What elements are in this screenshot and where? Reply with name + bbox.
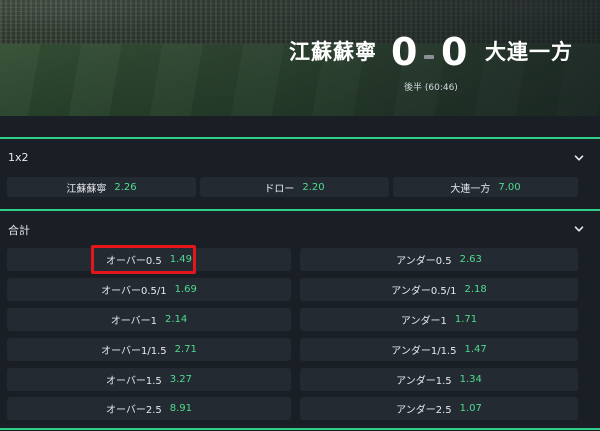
over-1-1.5-option[interactable]: オーバー1/1.5 2.71 xyxy=(7,338,291,361)
odds-value: 3.27 xyxy=(169,374,193,385)
odds-value: 2.71 xyxy=(174,344,197,355)
over-1.5-option[interactable]: オーバー1.5 3.27 xyxy=(7,368,291,391)
market-header-1x2[interactable]: 1x2 xyxy=(0,143,600,173)
outcome-label: オーバー0.5/1 xyxy=(101,286,167,297)
market-title: 合計 xyxy=(8,224,30,237)
market-header-totals[interactable]: 合計 xyxy=(0,214,600,244)
odds-value: 2.26 xyxy=(114,181,137,193)
under-0.5-1-option[interactable]: アンダー0.5/1 2.18 xyxy=(300,278,578,301)
match-time-status: 後半 (60:46) xyxy=(404,83,458,93)
chevron-down-icon[interactable] xyxy=(573,152,585,164)
odds-value: 2.20 xyxy=(302,181,325,193)
section-divider xyxy=(0,137,600,139)
odds-value: 1.71 xyxy=(454,314,478,325)
outcome-label: 江蘇蘇寧 xyxy=(66,183,107,195)
away-score: 0 xyxy=(441,30,468,74)
odds-value: 1.49 xyxy=(169,254,193,265)
odds-value: 1.69 xyxy=(174,284,197,295)
odds-value: 2.63 xyxy=(459,254,482,265)
odds-value: 2.18 xyxy=(464,284,487,295)
section-divider xyxy=(0,209,600,211)
outcome-home-win[interactable]: 江蘇蘇寧 2.26 xyxy=(7,177,196,197)
outcome-label: アンダー0.5 xyxy=(396,256,452,267)
odds-value: 7.00 xyxy=(498,181,521,193)
over-1-option[interactable]: オーバー1 2.14 xyxy=(7,308,291,331)
odds-value: 1.47 xyxy=(464,344,487,355)
under-0.5-option[interactable]: アンダー0.5 2.63 xyxy=(300,248,578,271)
chevron-down-icon[interactable] xyxy=(573,223,585,235)
away-team-name: 大連一方 xyxy=(485,40,573,64)
outcome-label: オーバー1.5 xyxy=(105,376,162,387)
odds-value: 1.34 xyxy=(459,374,482,385)
market-title: 1x2 xyxy=(8,151,29,164)
under-1.5-option[interactable]: アンダー1.5 1.34 xyxy=(300,368,578,391)
outcome-label: アンダー1.5 xyxy=(396,376,452,387)
outcome-label: アンダー2.5 xyxy=(396,405,452,416)
under-1-1.5-option[interactable]: アンダー1/1.5 1.47 xyxy=(300,338,578,361)
scoreboard: 江蘇蘇寧 0 0 大連一方 後半 (60:46) xyxy=(0,0,600,116)
home-score: 0 xyxy=(391,30,418,74)
over-0.5-option[interactable]: オーバー0.5 1.49 xyxy=(7,248,291,271)
section-divider xyxy=(0,428,600,430)
outcome-label: オーバー1/1.5 xyxy=(101,346,167,357)
under-1-option[interactable]: アンダー1 1.71 xyxy=(300,308,578,331)
score-separator xyxy=(424,55,434,59)
outcome-label: アンダー1/1.5 xyxy=(391,346,457,357)
outcome-label: 大連一方 xyxy=(450,183,491,195)
outcome-away-win[interactable]: 大連一方 7.00 xyxy=(393,177,578,197)
home-team-name: 江蘇蘇寧 xyxy=(289,40,377,64)
outcome-label: アンダー1 xyxy=(400,316,447,327)
odds-value: 1.07 xyxy=(459,403,482,414)
outcome-label: オーバー1 xyxy=(110,316,157,327)
under-2.5-option[interactable]: アンダー2.5 1.07 xyxy=(300,397,578,420)
over-2.5-option[interactable]: オーバー2.5 8.91 xyxy=(7,397,291,420)
over-0.5-1-option[interactable]: オーバー0.5/1 1.69 xyxy=(7,278,291,301)
outcome-label: オーバー0.5 xyxy=(105,256,162,267)
outcome-draw[interactable]: ドロー 2.20 xyxy=(200,177,389,197)
outcome-label: アンダー0.5/1 xyxy=(391,286,457,297)
odds-value: 8.91 xyxy=(169,403,193,414)
odds-value: 2.14 xyxy=(165,314,188,325)
outcome-label: ドロー xyxy=(264,183,295,195)
outcome-label: オーバー2.5 xyxy=(105,405,162,416)
